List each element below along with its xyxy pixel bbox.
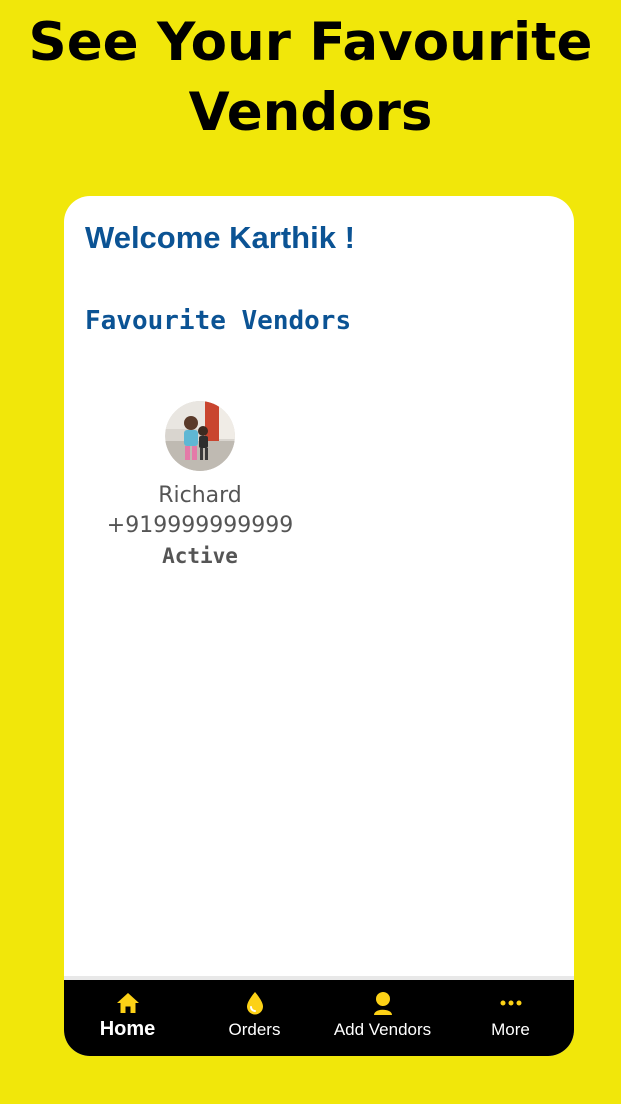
vendor-status: Active: [162, 544, 238, 568]
welcome-message: Welcome Karthik !: [85, 220, 355, 255]
vendor-avatar: [165, 401, 235, 471]
nav-label-add-vendors: Add Vendors: [333, 1020, 432, 1039]
home-icon: [116, 991, 140, 1015]
bottom-nav: Home Orders Add Vendors More: [64, 980, 574, 1056]
nav-label-home: Home: [99, 1018, 156, 1040]
promo-headline-line1: See Your Favourite: [28, 12, 593, 73]
vendor-name: Richard: [158, 483, 242, 508]
vendor-card[interactable]: Richard +919999999999 Active: [98, 401, 302, 571]
drop-icon: [245, 991, 265, 1015]
more-dots-icon: [500, 991, 522, 1015]
nav-item-add-vendors[interactable]: Add Vendors: [318, 980, 447, 1056]
vendor-phone: +919999999999: [106, 513, 294, 538]
promo-headline-line2: Vendors: [188, 82, 433, 143]
person-icon: [371, 991, 395, 1015]
nav-label-more: More: [491, 1020, 530, 1039]
nav-item-home[interactable]: Home: [64, 980, 191, 1056]
nav-label-orders: Orders: [228, 1020, 281, 1039]
app-screen: Welcome Karthik ! Favourite Vendors Rich…: [64, 196, 574, 1056]
promo-headline: See Your Favourite Vendors: [0, 8, 621, 148]
section-title: Favourite Vendors: [85, 306, 352, 336]
nav-item-orders[interactable]: Orders: [191, 980, 318, 1056]
nav-item-more[interactable]: More: [447, 980, 574, 1056]
